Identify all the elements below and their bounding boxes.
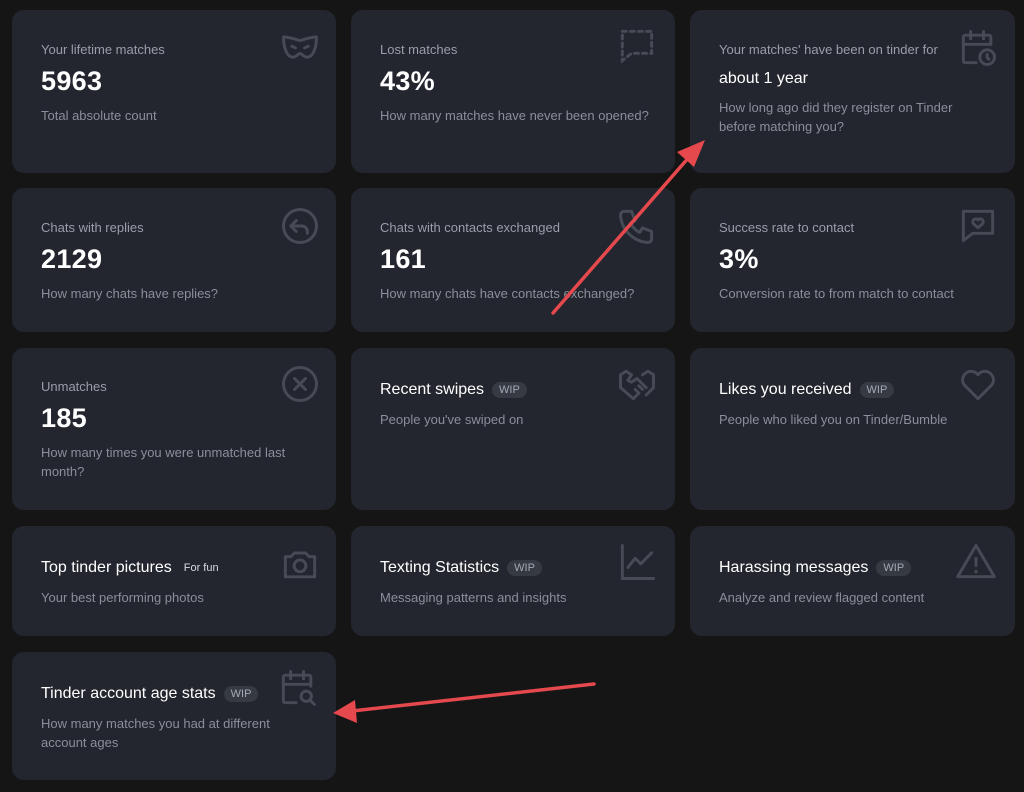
- card-value: 43%: [380, 66, 435, 96]
- card-description: How many chats have replies?: [41, 286, 219, 301]
- card-title: Likes you received: [719, 381, 852, 398]
- card-description: How long ago did they register on Tinder…: [719, 100, 953, 134]
- wip-badge: WIP: [492, 382, 527, 398]
- card-value: 161: [380, 244, 426, 274]
- card-lost-matches[interactable]: Lost matches 43% How many matches have n…: [351, 10, 675, 173]
- card-lifetime-matches[interactable]: Your lifetime matches 5963 Total absolut…: [12, 10, 336, 173]
- card-description: How many chats have contacts exchanged?: [380, 286, 635, 301]
- card-description: People you've swiped on: [380, 412, 524, 427]
- annotation-arrow-lower: [333, 682, 596, 723]
- card-recent-swipes[interactable]: Recent swipes WIP People you've swiped o…: [351, 348, 675, 510]
- card-value: 185: [41, 403, 87, 433]
- card-contacts-exchanged[interactable]: Chats with contacts exchanged 161 How ma…: [351, 188, 675, 332]
- card-value: 2129: [41, 244, 103, 274]
- wip-badge: WIP: [859, 382, 895, 398]
- card-value: 5963: [41, 66, 103, 96]
- card-title-row: Top tinder pictures For fun: [41, 559, 219, 577]
- card-chats-with-replies[interactable]: Chats with replies 2129 How many chats h…: [12, 188, 336, 332]
- heart-icon: [956, 362, 1000, 406]
- card-description: How many times you were unmatched last m…: [41, 445, 286, 479]
- card-description: People who liked you on Tinder/Bumble: [719, 412, 948, 427]
- card-description: How many matches you had at different ac…: [41, 716, 270, 750]
- card-description: Messaging patterns and insights: [380, 590, 567, 605]
- reply-icon: [278, 204, 322, 248]
- card-description: Your best performing photos: [41, 590, 204, 605]
- card-unmatches[interactable]: Unmatches 185 How many times you were un…: [12, 348, 336, 510]
- card-success-rate[interactable]: Success rate to contact 3% Conversion ra…: [690, 188, 1015, 332]
- phone-icon: [615, 204, 659, 248]
- card-label: Unmatches: [41, 379, 107, 394]
- card-label: Lost matches: [380, 42, 458, 57]
- card-label: Chats with contacts exchanged: [380, 220, 560, 235]
- card-harassing-messages[interactable]: Harassing messages WIP Analyze and revie…: [690, 526, 1015, 636]
- card-title: Harassing messages: [719, 559, 869, 576]
- card-label: Success rate to contact: [719, 220, 855, 235]
- card-label: Chats with replies: [41, 220, 144, 235]
- card-on-tinder-duration[interactable]: Your matches' have been on tinder for ab…: [690, 10, 1015, 173]
- card-title: Tinder account age stats: [41, 685, 216, 702]
- close-circle-icon: [278, 362, 322, 406]
- heart-message-icon: [956, 204, 1000, 248]
- card-label: Your matches' have been on tinder for: [719, 42, 938, 57]
- mask-icon: [278, 26, 322, 70]
- camera-icon: [278, 542, 322, 586]
- dashed-message-icon: [615, 24, 659, 68]
- wip-badge: WIP: [223, 686, 259, 702]
- fun-badge: For fun: [183, 562, 219, 574]
- card-title: Texting Statistics: [380, 559, 500, 576]
- card-description: How many matches have never been opened?: [380, 108, 649, 123]
- card-label: Your lifetime matches: [41, 42, 165, 57]
- card-title: Recent swipes: [380, 381, 485, 398]
- card-value: 3%: [719, 244, 759, 274]
- card-title-row: Likes you received WIP: [719, 381, 895, 399]
- card-texting-statistics[interactable]: Texting Statistics WIP Messaging pattern…: [351, 526, 675, 636]
- card-title-row: Tinder account age stats WIP: [41, 685, 259, 703]
- card-title-row: Texting Statistics WIP: [380, 559, 542, 577]
- card-description: Total absolute count: [41, 108, 157, 123]
- card-value: about 1 year: [719, 70, 808, 87]
- handshake-icon: [615, 362, 659, 406]
- wip-badge: WIP: [876, 560, 912, 576]
- card-title-row: Harassing messages WIP: [719, 559, 912, 577]
- card-title: Top tinder pictures: [41, 559, 172, 576]
- card-likes-received[interactable]: Likes you received WIP People who liked …: [690, 348, 1015, 510]
- card-account-age-stats[interactable]: Tinder account age stats WIP How many ma…: [12, 652, 336, 780]
- warning-icon: [954, 540, 998, 584]
- line-chart-icon: [615, 540, 659, 584]
- calendar-search-icon: [276, 666, 320, 710]
- wip-badge: WIP: [507, 560, 542, 576]
- card-description: Analyze and review flagged content: [719, 590, 925, 605]
- calendar-clock-icon: [956, 26, 1000, 70]
- card-title-row: Recent swipes WIP: [380, 381, 527, 399]
- card-description: Conversion rate to from match to contact: [719, 286, 954, 301]
- card-top-pictures[interactable]: Top tinder pictures For fun Your best pe…: [12, 526, 336, 636]
